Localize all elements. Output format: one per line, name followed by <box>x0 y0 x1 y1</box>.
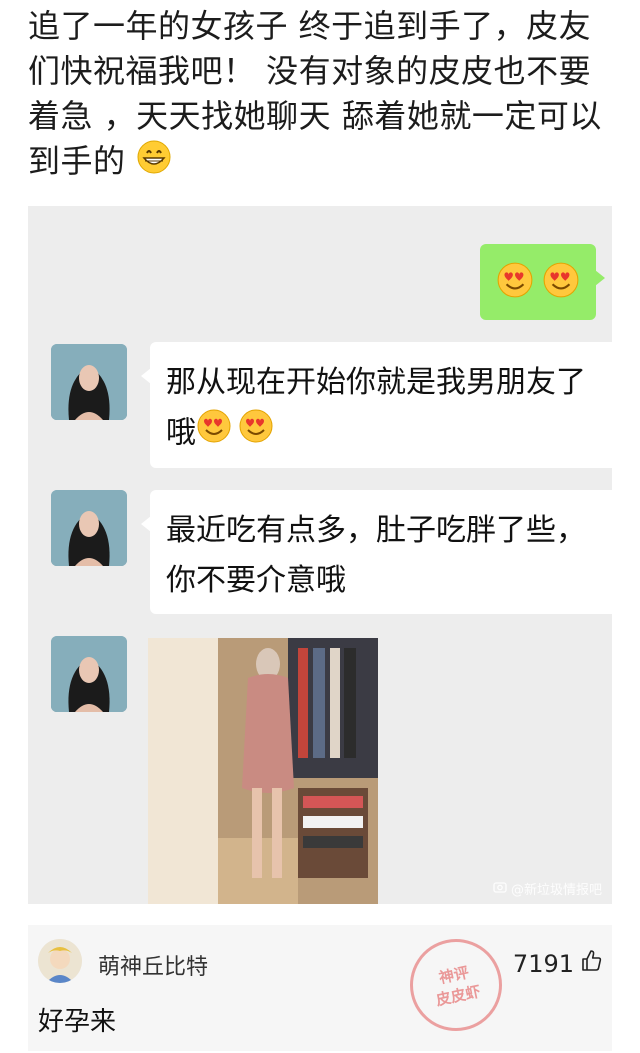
commenter-avatar[interactable] <box>38 939 82 983</box>
like-count: 7191 <box>512 950 574 978</box>
contact-avatar <box>51 636 127 712</box>
heart-eyes-emoji-icon <box>496 261 534 303</box>
top-comment: 萌神丘比特 神评 皮皮虾 7191 好孕来 <box>28 925 612 1051</box>
commenter-username[interactable]: 萌神丘比特 <box>98 949 208 981</box>
thumbs-up-icon <box>580 949 604 979</box>
heart-eyes-emoji-icon <box>196 408 232 460</box>
watermark: @新垃圾情报吧 <box>493 879 602 898</box>
contact-avatar <box>51 344 127 420</box>
post-text: 追了一年的女孩子 终于追到手了，皮友们快祝福我吧！ 没有对象的皮皮也不要着急 ，… <box>28 7 602 180</box>
message-text: 最近吃有点多，肚子吃胖了些，你不要介意哦 <box>166 513 586 598</box>
chat-screenshot: 那从现在开始你就是我男朋友了哦 最近吃有点多，肚子吃胖了些，你不要介意哦 @新垃… <box>28 206 612 904</box>
grinning-face-icon <box>136 139 172 187</box>
hot-comment-stamp: 神评 皮皮虾 <box>401 930 511 1040</box>
mirror-selfie-photo[interactable] <box>148 638 378 904</box>
received-message-bubble: 那从现在开始你就是我男朋友了哦 <box>141 342 612 468</box>
like-count-button[interactable]: 7191 <box>513 949 604 979</box>
sent-message-bubble <box>480 244 605 320</box>
comment-text: 好孕来 <box>38 1007 117 1037</box>
camera-icon <box>493 880 507 898</box>
received-message-bubble: 最近吃有点多，肚子吃胖了些，你不要介意哦 <box>141 490 612 614</box>
post-text-block: 追了一年的女孩子 终于追到手了，皮友们快祝福我吧！ 没有对象的皮皮也不要着急 ，… <box>28 4 618 187</box>
watermark-text: @新垃圾情报吧 <box>510 883 602 898</box>
heart-eyes-emoji-icon <box>542 261 580 303</box>
heart-eyes-emoji-icon <box>238 408 274 460</box>
contact-avatar <box>51 490 127 566</box>
